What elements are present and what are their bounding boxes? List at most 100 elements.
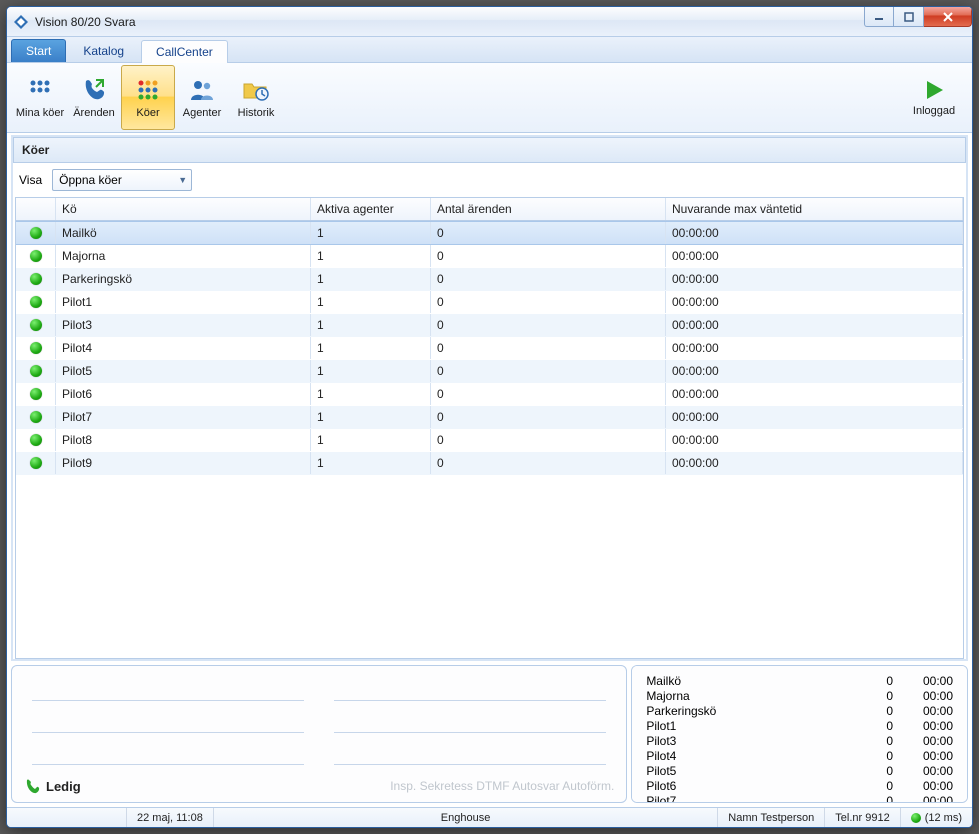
status-dot-icon xyxy=(30,342,42,354)
col-wait-header[interactable]: Nuvarande max väntetid xyxy=(666,198,963,220)
titlebar[interactable]: Vision 80/20 Svara xyxy=(7,7,972,37)
statusbar: 22 maj, 11:08 Enghouse Namn Testperson T… xyxy=(7,807,972,827)
table-row[interactable]: Mailkö1000:00:00 xyxy=(16,221,963,245)
visa-combo[interactable]: Öppna köer ▼ xyxy=(52,169,192,191)
sb-user: Namn Testperson xyxy=(718,808,825,827)
table-row[interactable]: Parkeringskö1000:00:00 xyxy=(16,268,963,291)
ribbon-label: Ärenden xyxy=(73,107,115,119)
status-dot-icon xyxy=(30,411,42,423)
q-count: 0 xyxy=(853,749,893,764)
close-button[interactable] xyxy=(924,7,972,27)
ribbon-label: Inloggad xyxy=(913,105,955,117)
q-name: Majorna xyxy=(646,689,853,704)
table-row[interactable]: Pilot61000:00:00 xyxy=(16,383,963,406)
ribbon-login-status[interactable]: Inloggad xyxy=(904,63,964,132)
agents-cell: 1 xyxy=(311,429,431,451)
agents-cell: 1 xyxy=(311,268,431,290)
cases-cell: 0 xyxy=(431,452,666,474)
wait-cell: 00:00:00 xyxy=(666,268,963,290)
cases-cell: 0 xyxy=(431,360,666,382)
col-ko-header[interactable]: Kö xyxy=(56,198,311,220)
queue-summary-row[interactable]: Mailkö000:00 xyxy=(644,674,955,689)
cases-cell: 0 xyxy=(431,337,666,359)
ribbon-agenter[interactable]: Agenter xyxy=(175,65,229,130)
status-cell xyxy=(16,452,56,474)
status-dot-icon xyxy=(30,457,42,469)
table-row[interactable]: Majorna1000:00:00 xyxy=(16,245,963,268)
queue-name-cell: Pilot8 xyxy=(56,429,311,451)
ribbon-koer[interactable]: Köer xyxy=(121,65,175,130)
queue-summary-row[interactable]: Pilot3000:00 xyxy=(644,734,955,749)
queue-name-cell: Mailkö xyxy=(56,222,311,244)
queue-summary-row[interactable]: Parkeringskö000:00 xyxy=(644,704,955,719)
sb-spacer xyxy=(7,808,127,827)
minimize-button[interactable] xyxy=(864,7,894,27)
queue-summary-panel[interactable]: Mailkö000:00Majorna000:00Parkeringskö000… xyxy=(631,665,968,803)
q-count: 0 xyxy=(853,719,893,734)
status-cell xyxy=(16,268,56,290)
queue-summary-row[interactable]: Pilot7000:00 xyxy=(644,794,955,803)
call-panel: Ledig Insp. Sekretess DTMF Autosvar Auto… xyxy=(11,665,627,803)
cases-cell: 0 xyxy=(431,314,666,336)
wait-cell: 00:00:00 xyxy=(666,360,963,382)
maximize-button[interactable] xyxy=(894,7,924,27)
ribbon-historik[interactable]: Historik xyxy=(229,65,283,130)
table-row[interactable]: Pilot41000:00:00 xyxy=(16,337,963,360)
table-row[interactable]: Pilot51000:00:00 xyxy=(16,360,963,383)
ribbon-label: Agenter xyxy=(183,107,222,119)
queues-grid: Kö Aktiva agenter Antal ärenden Nuvarand… xyxy=(15,197,964,659)
table-row[interactable]: Pilot81000:00:00 xyxy=(16,429,963,452)
sb-tel: Tel.nr 9912 xyxy=(825,808,900,827)
status-dot-icon xyxy=(30,227,42,239)
tab-callcenter[interactable]: CallCenter xyxy=(141,40,228,63)
agents-cell: 1 xyxy=(311,314,431,336)
queue-summary-row[interactable]: Pilot4000:00 xyxy=(644,749,955,764)
status-cell xyxy=(16,291,56,313)
q-name: Pilot6 xyxy=(646,779,853,794)
q-count: 0 xyxy=(853,689,893,704)
cases-cell: 0 xyxy=(431,429,666,451)
ribbon-label: Köer xyxy=(136,107,159,119)
call-slot xyxy=(334,751,606,765)
queue-name-cell: Pilot9 xyxy=(56,452,311,474)
tab-start[interactable]: Start xyxy=(11,39,66,62)
col-agents-header[interactable]: Aktiva agenter xyxy=(311,198,431,220)
app-logo-icon xyxy=(13,14,29,30)
agents-cell: 1 xyxy=(311,406,431,428)
sb-ping: (12 ms) xyxy=(901,808,972,827)
ribbon-arenden[interactable]: Ärenden xyxy=(67,65,121,130)
call-footer: Ledig Insp. Sekretess DTMF Autosvar Auto… xyxy=(24,778,614,794)
cases-cell: 0 xyxy=(431,291,666,313)
table-row[interactable]: Pilot71000:00:00 xyxy=(16,406,963,429)
cases-cell: 0 xyxy=(431,222,666,244)
queue-name-cell: Pilot7 xyxy=(56,406,311,428)
queue-summary-row[interactable]: Pilot6000:00 xyxy=(644,779,955,794)
table-row[interactable]: Pilot91000:00:00 xyxy=(16,452,963,475)
ribbon-label: Mina köer xyxy=(16,107,64,119)
panel-title: Köer xyxy=(13,137,966,163)
table-row[interactable]: Pilot31000:00:00 xyxy=(16,314,963,337)
q-time: 00:00 xyxy=(893,674,953,689)
call-slot xyxy=(32,751,304,765)
tab-katalog[interactable]: Katalog xyxy=(68,39,139,62)
ribbon: Mina köer Ärenden Köer xyxy=(7,63,972,133)
chevron-down-icon: ▼ xyxy=(178,175,187,185)
ribbon-mina-koer[interactable]: Mina köer xyxy=(13,65,67,130)
queue-summary-row[interactable]: Pilot1000:00 xyxy=(644,719,955,734)
queue-name-cell: Pilot1 xyxy=(56,291,311,313)
queue-summary-row[interactable]: Majorna000:00 xyxy=(644,689,955,704)
col-cases-header[interactable]: Antal ärenden xyxy=(431,198,666,220)
col-status-header[interactable] xyxy=(16,198,56,220)
wait-cell: 00:00:00 xyxy=(666,383,963,405)
wait-cell: 00:00:00 xyxy=(666,337,963,359)
status-dot-icon xyxy=(30,296,42,308)
content-area: Köer Visa Öppna köer ▼ Kö Aktiva agenter… xyxy=(11,135,968,661)
filter-row: Visa Öppna köer ▼ xyxy=(13,163,966,197)
queue-summary-row[interactable]: Pilot5000:00 xyxy=(644,764,955,779)
q-name: Parkeringskö xyxy=(646,704,853,719)
sb-date: 22 maj, 11:08 xyxy=(127,808,214,827)
grid-body[interactable]: Mailkö1000:00:00Majorna1000:00:00Parkeri… xyxy=(16,221,963,658)
wait-cell: 00:00:00 xyxy=(666,452,963,474)
table-row[interactable]: Pilot11000:00:00 xyxy=(16,291,963,314)
q-name: Pilot3 xyxy=(646,734,853,749)
